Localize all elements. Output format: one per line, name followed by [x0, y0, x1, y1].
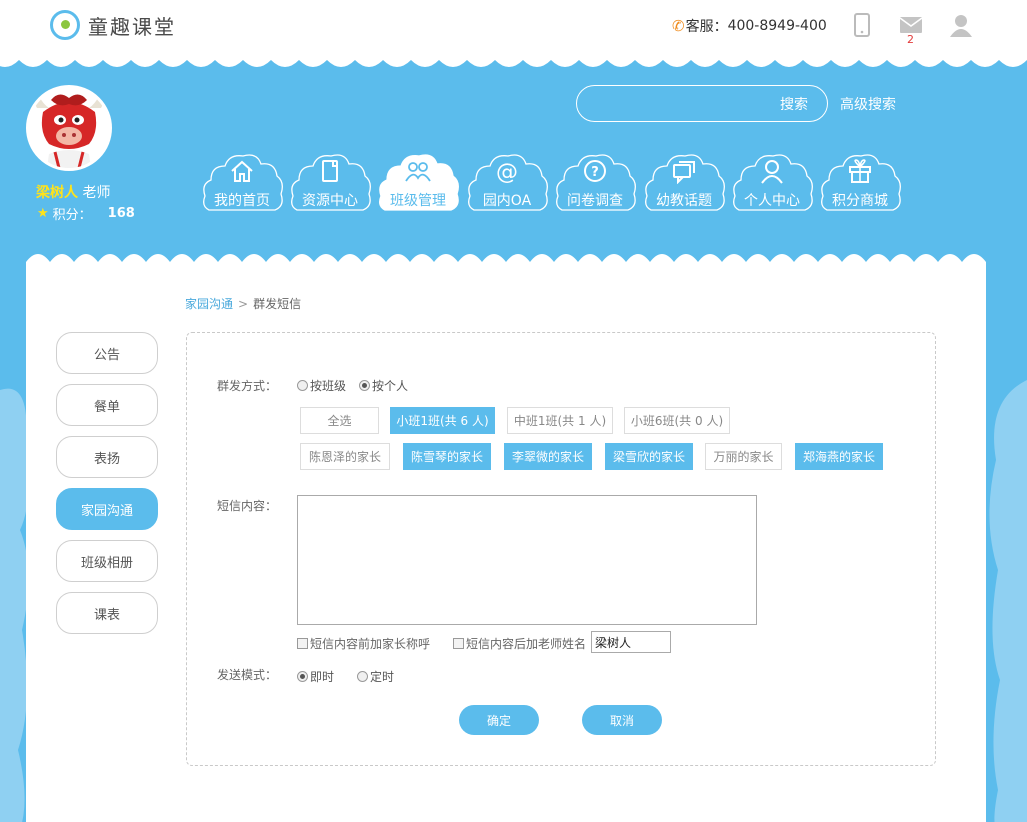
chat-icon [673, 161, 695, 184]
gift-icon [849, 159, 871, 183]
nav-survey[interactable]: ? 问卷调查 [554, 150, 636, 216]
customer-service-hotline: ✆ 客服： 400-8949-400 [672, 16, 827, 36]
radio-dot [297, 671, 308, 682]
search-input[interactable] [593, 94, 773, 114]
breadcrumb-parent[interactable]: 家园沟通 [185, 297, 233, 311]
search-button[interactable]: 搜索 [780, 94, 808, 114]
send-method-label: 群发方式： [217, 379, 278, 393]
sidebar-item-home-school[interactable]: 家园沟通 [56, 488, 158, 530]
nav-label: 资源中心 [302, 193, 358, 209]
breadcrumb: 家园沟通 > 群发短信 [185, 295, 301, 312]
brand-name: 童趣课堂 [88, 14, 176, 39]
sidebar-item-schedule[interactable]: 课表 [56, 592, 158, 634]
sms-content-textarea[interactable] [297, 495, 757, 625]
method-by-class-radio[interactable]: 按班级 [297, 377, 346, 394]
chip-parent[interactable]: 李翠微的家长 [504, 443, 592, 470]
chip-parent[interactable]: 陈雪琴的家长 [403, 443, 491, 470]
points-label: 积分： [52, 208, 92, 223]
question-icon: ? [584, 160, 606, 182]
group-icon [405, 162, 431, 182]
teacher-name-input[interactable] [591, 631, 671, 653]
person-icon [761, 160, 783, 184]
radio-label: 按个人 [372, 379, 409, 393]
sidebar-item-announcement[interactable]: 公告 [56, 332, 158, 374]
checkbox-label: 短信内容后加老师姓名 [466, 637, 587, 651]
hotline-label: 客服： [685, 19, 728, 35]
chip-select-all[interactable]: 全选 [300, 407, 379, 434]
nav-label: 幼教话题 [656, 193, 712, 209]
radio-label: 按班级 [310, 379, 347, 393]
user-role: 老师 [82, 185, 111, 201]
nav-class-management[interactable]: 班级管理 [377, 150, 459, 216]
nav-label: 园内OA [482, 193, 532, 209]
sms-content-label: 短信内容： [217, 499, 278, 513]
mode-immediate-radio[interactable]: 即时 [297, 668, 334, 685]
checkbox-label: 短信内容前加家长称呼 [310, 637, 431, 651]
chip-class[interactable]: 小班6班(共 0 人) [624, 407, 730, 434]
phone-icon: ✆ [672, 17, 685, 35]
cancel-button[interactable]: 取消 [582, 705, 662, 735]
checkbox-box [453, 638, 464, 649]
radio-dot [357, 671, 368, 682]
confirm-button[interactable]: 确定 [459, 705, 539, 735]
user-icon[interactable] [948, 12, 974, 38]
nav-resources[interactable]: 资源中心 [289, 150, 371, 216]
nav-label: 积分商城 [832, 193, 888, 209]
logo-icon [50, 10, 80, 40]
mobile-icon[interactable] [849, 12, 875, 38]
svg-text:@: @ [496, 160, 518, 184]
prefix-salutation-checkbox[interactable]: 短信内容前加家长称呼 [297, 635, 430, 652]
nav-oa[interactable]: @ 园内OA [466, 150, 548, 216]
background-clouds [989, 380, 1027, 822]
cloud-divider [0, 52, 1027, 67]
at-icon: @ [496, 160, 518, 184]
cloud-divider [26, 254, 986, 272]
mode-scheduled-radio[interactable]: 定时 [357, 668, 394, 685]
user-info: 梁树人 老师 [36, 182, 110, 202]
mail-count-badge: 2 [907, 33, 914, 46]
chip-parent[interactable]: 陈恩泽的家长 [300, 443, 390, 470]
user-name[interactable]: 梁树人 [36, 185, 78, 201]
nav-label: 问卷调查 [567, 193, 623, 209]
chip-parent[interactable]: 万丽的家长 [705, 443, 782, 470]
radio-label: 即时 [310, 670, 335, 684]
nav-label: 我的首页 [214, 193, 270, 209]
nav-topics[interactable]: 幼教话题 [643, 150, 725, 216]
method-by-person-radio[interactable]: 按个人 [359, 377, 408, 394]
points-value: 168 [107, 206, 135, 221]
chip-class[interactable]: 小班1班(共 6 人) [390, 407, 495, 434]
nav-label: 班级管理 [390, 193, 446, 209]
points-info: ★ 积分： 168 [37, 204, 135, 223]
document-icon [322, 160, 338, 182]
chip-parent[interactable]: 梁雪欣的家长 [605, 443, 693, 470]
sidebar-item-menu[interactable]: 餐单 [56, 384, 158, 426]
breadcrumb-current: 群发短信 [253, 297, 302, 311]
radio-dot [297, 380, 308, 391]
nav-personal-center[interactable]: 个人中心 [731, 150, 813, 216]
radio-label: 定时 [370, 670, 395, 684]
star-icon: ★ [37, 206, 49, 221]
chip-parent[interactable]: 郑海燕的家长 [795, 443, 883, 470]
chevron-right-icon: > [238, 297, 249, 311]
home-icon [231, 160, 253, 182]
brand-logo[interactable]: 童趣课堂 [50, 10, 176, 40]
sidebar-item-praise[interactable]: 表扬 [56, 436, 158, 478]
bull-mascot-icon [34, 94, 104, 168]
nav-points-mall[interactable]: 积分商城 [819, 150, 901, 216]
suffix-teacher-name-checkbox[interactable]: 短信内容后加老师姓名 [453, 635, 586, 652]
radio-dot [359, 380, 370, 391]
avatar[interactable] [26, 85, 112, 171]
nav-label: 个人中心 [744, 193, 800, 209]
svg-text:?: ? [591, 165, 599, 180]
advanced-search-link[interactable]: 高级搜索 [840, 94, 896, 114]
chip-class[interactable]: 中班1班(共 1 人) [507, 407, 613, 434]
sidebar-item-album[interactable]: 班级相册 [56, 540, 158, 582]
checkbox-box [297, 638, 308, 649]
hotline-number: 400-8949-400 [727, 18, 827, 34]
nav-home[interactable]: 我的首页 [201, 150, 283, 216]
send-mode-label: 发送模式： [217, 668, 278, 682]
